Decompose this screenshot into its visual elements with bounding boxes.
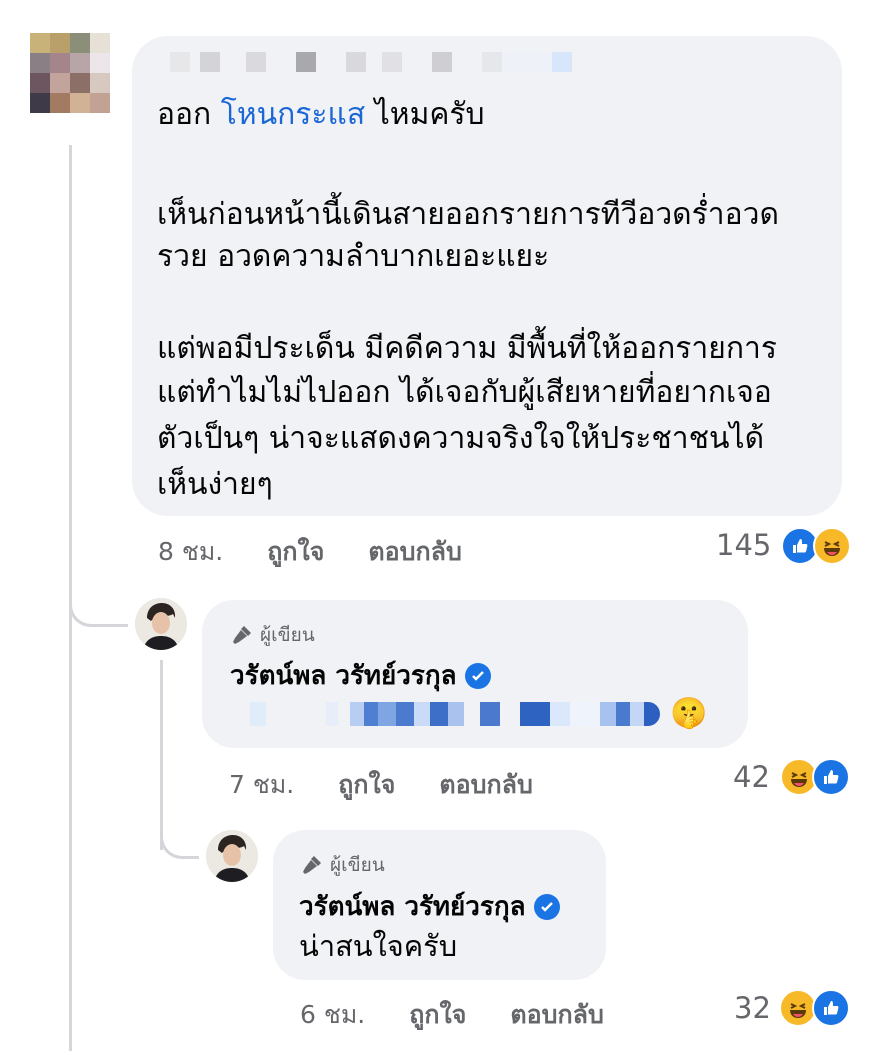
reply-1-reaction-count[interactable]: 42 (733, 760, 770, 794)
reply-text-censored: 🤫 (250, 696, 708, 731)
commenter-avatar[interactable] (30, 33, 110, 113)
thread-connector-reply-2 (160, 810, 199, 859)
comment-paragraph-2-line-2: รวย อวดความลำบากเยอะแยะ (157, 239, 550, 274)
reply-2-reaction-count[interactable]: 32 (734, 991, 771, 1025)
comment-paragraph-3-line-4: เห็นง่ายๆ (157, 467, 273, 502)
author-name[interactable]: วรัตน์พล วรัทย์วรกุล (230, 655, 491, 696)
thread-connector-reply-1 (69, 580, 128, 627)
reply-2-text: น่าสนใจครับ (299, 929, 458, 963)
reply-2-reply-button[interactable]: ตอบกลับ (510, 995, 603, 1035)
comment-line-1: ออก โหนกระแส ไหมครับ (157, 97, 485, 132)
comment-time[interactable]: 8 ชม. (158, 532, 223, 572)
haha-icon (813, 527, 851, 565)
like-icon (812, 758, 850, 796)
reply-2-like-button[interactable]: ถูกใจ (409, 995, 466, 1035)
reply-1-reply-button[interactable]: ตอบกลับ (439, 765, 532, 805)
microphone-icon (233, 626, 251, 644)
shushing-face-emoji: 🤫 (670, 696, 708, 731)
commenter-name-censored (170, 52, 572, 72)
author-avatar[interactable] (206, 830, 258, 882)
microphone-icon (303, 856, 321, 874)
reply-1-meta: 7 ชม. ถูกใจ ตอบกลับ (229, 765, 533, 805)
author-badge: ผู้เขียน (300, 850, 385, 880)
reply-button[interactable]: ตอบกลับ (368, 532, 461, 572)
verified-badge-icon (533, 893, 560, 920)
reply-1-time[interactable]: 7 ชม. (229, 765, 294, 805)
comment-meta-main: 8 ชม. ถูกใจ ตอบกลับ (158, 532, 462, 572)
reply-2-meta: 6 ชม. ถูกใจ ตอบกลับ (300, 995, 604, 1035)
author-badge: ผู้เขียน (230, 620, 315, 650)
like-button[interactable]: ถูกใจ (267, 532, 324, 572)
mention-link[interactable]: โหนกระแส (221, 97, 365, 132)
reply-2-time[interactable]: 6 ชม. (300, 995, 365, 1035)
reaction-count[interactable]: 145 (716, 528, 771, 562)
verified-badge-icon (464, 662, 491, 689)
author-avatar[interactable] (135, 598, 187, 650)
like-icon (812, 989, 850, 1027)
reply-1-like-button[interactable]: ถูกใจ (338, 765, 395, 805)
